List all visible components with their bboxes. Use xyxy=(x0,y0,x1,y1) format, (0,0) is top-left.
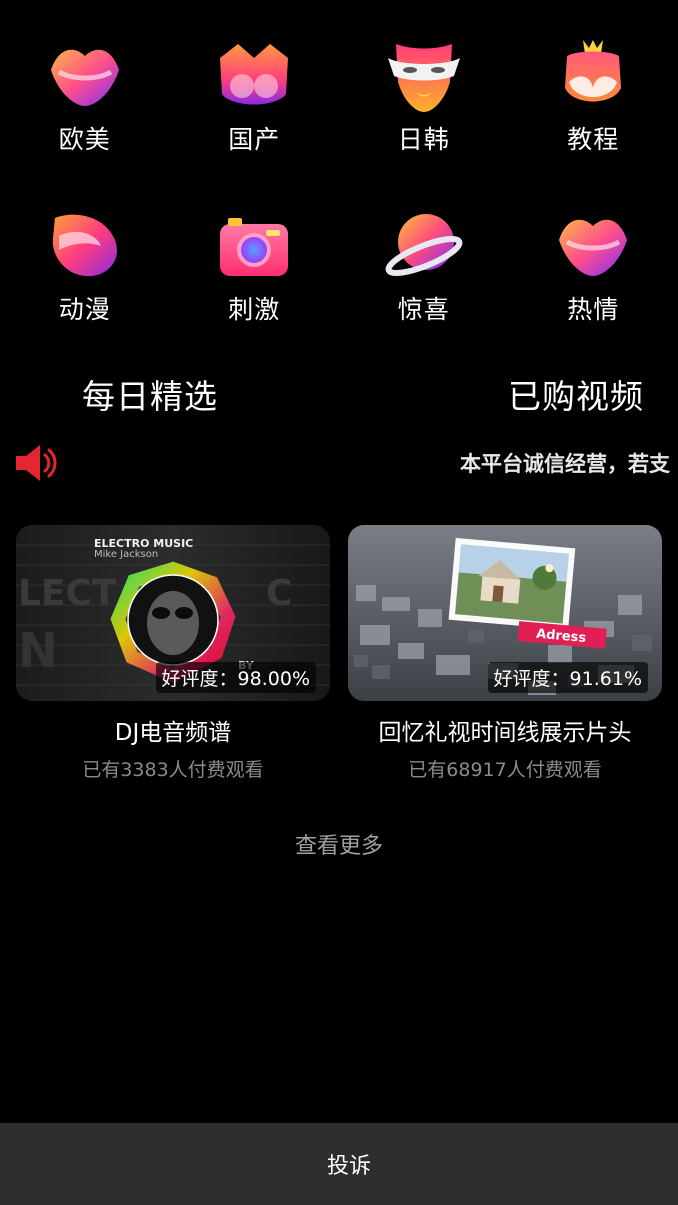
anime-shape-icon xyxy=(52,214,117,277)
section-tabs: 每日精选 已购视频 xyxy=(0,370,678,420)
category-passion[interactable]: 热情 xyxy=(509,206,678,376)
video-paid-count: 已有3383人付费观看 xyxy=(82,759,264,781)
svg-text:N: N xyxy=(18,623,58,679)
crown-body-icon xyxy=(565,40,622,102)
rating-badge: 好评度：91.61% xyxy=(487,662,648,693)
tab-purchased-videos[interactable]: 已购视频 xyxy=(508,370,644,418)
speaker-icon xyxy=(16,445,57,481)
bust-icon xyxy=(220,44,289,105)
video-title: DJ电音频谱 xyxy=(114,720,232,746)
video-title: 回忆礼视时间线展示片头 xyxy=(378,720,632,746)
category-label: 惊喜 xyxy=(397,295,450,324)
category-label: 动漫 xyxy=(58,295,111,324)
category-anime[interactable]: 动漫 xyxy=(0,206,170,376)
report-button[interactable]: 投诉 xyxy=(327,1148,371,1180)
category-grid: 欧美 国产 日韩 教程 动漫 刺激 惊喜 热情 xyxy=(0,36,678,376)
category-surprise[interactable]: 惊喜 xyxy=(339,206,509,376)
tab-daily-picks[interactable]: 每日精选 xyxy=(82,370,218,418)
category-western[interactable]: 欧美 xyxy=(0,36,170,206)
category-thrill[interactable]: 刺激 xyxy=(170,206,340,376)
category-row: 动漫 刺激 惊喜 热情 xyxy=(0,206,678,376)
svg-text:C: C xyxy=(266,573,292,614)
camera-icon xyxy=(220,218,289,276)
category-row: 欧美 国产 日韩 教程 xyxy=(0,36,678,206)
category-label: 刺激 xyxy=(228,295,281,324)
lips-icon xyxy=(559,219,628,276)
video-thumbnail: Adress 好评度：91.61% xyxy=(348,525,662,701)
category-jpkr[interactable]: 日韩 xyxy=(339,36,509,206)
video-list: LECT N C ELECTRO MUSIC Mike Jackson BY 好… xyxy=(16,525,662,782)
planet-icon xyxy=(385,214,463,276)
mask-icon xyxy=(387,44,460,112)
category-label: 日韩 xyxy=(397,125,450,154)
category-domestic[interactable]: 国产 xyxy=(170,36,340,206)
video-paid-count: 已有68917人付费观看 xyxy=(408,759,602,781)
rating-badge: 好评度：98.00% xyxy=(155,662,316,693)
lips-icon xyxy=(50,49,119,106)
video-card[interactable]: Adress 好评度：91.61% 回忆礼视时间线展示片头 已有68917人付费… xyxy=(348,525,662,782)
view-more-link[interactable]: 查看更多 xyxy=(0,828,678,860)
category-label: 国产 xyxy=(228,125,281,154)
svg-text:LECT: LECT xyxy=(18,573,117,614)
video-thumbnail: LECT N C ELECTRO MUSIC Mike Jackson BY 好… xyxy=(16,525,330,701)
category-label: 教程 xyxy=(567,125,620,154)
video-card[interactable]: LECT N C ELECTRO MUSIC Mike Jackson BY 好… xyxy=(16,525,330,782)
category-tutorial[interactable]: 教程 xyxy=(509,36,678,206)
notice-text: 本平台诚信经营，若支 xyxy=(460,452,670,476)
category-label: 欧美 xyxy=(58,125,111,154)
notice-bar: 本平台诚信经营，若支 xyxy=(0,438,678,488)
footer-bar: 投诉 xyxy=(0,1123,678,1205)
category-label: 热情 xyxy=(567,295,620,324)
thumbnail-subtitle: Mike Jackson xyxy=(94,549,158,560)
